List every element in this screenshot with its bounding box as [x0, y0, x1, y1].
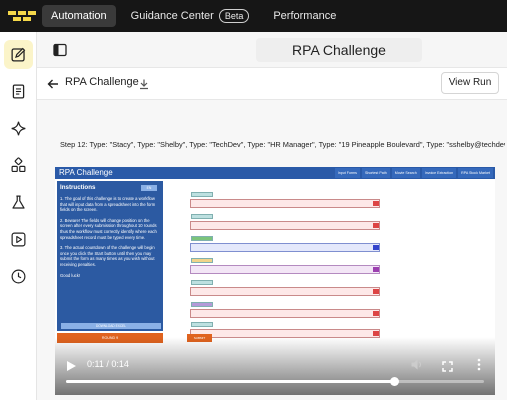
field-marker	[373, 245, 379, 250]
field-marker	[373, 201, 379, 206]
form-field-label	[191, 258, 213, 263]
form-field-label	[191, 214, 213, 219]
nav-tab-performance[interactable]: Performance	[264, 5, 345, 27]
nav-tab-label: Performance	[273, 10, 337, 22]
video-progress-bar[interactable]	[66, 377, 484, 386]
download-excel-button: DOWNLOAD EXCEL	[61, 323, 161, 329]
video-app-tab: Movie Search	[391, 168, 420, 178]
form-field-label	[191, 302, 213, 307]
run-content: Step 12: Type: "Stacy", Type: "Shelby", …	[37, 100, 507, 400]
nav-tab-label: Automation	[51, 10, 107, 22]
form-field-label	[191, 236, 213, 241]
field-marker	[373, 223, 379, 228]
header-bar: RPA Challenge	[37, 32, 507, 68]
left-sidebar	[0, 32, 37, 400]
sidebar-item-lab[interactable]	[4, 188, 33, 217]
instruction-paragraph: 1. The goal of this challenge is to crea…	[60, 196, 156, 213]
step-description: Step 12: Type: "Stacy", Type: "Shelby", …	[60, 140, 505, 149]
document-icon	[12, 84, 25, 99]
form-field	[190, 192, 380, 208]
video-time: 0:11 / 0:14	[87, 359, 129, 369]
sidebar-item-documents[interactable]	[4, 77, 33, 106]
play-icon[interactable]	[65, 359, 77, 371]
sidebar-item-recordings[interactable]	[4, 225, 33, 254]
top-navigation-bar: Automation Guidance Center Beta Performa…	[0, 0, 507, 32]
form-field-label	[191, 322, 213, 327]
video-app-tab: Invoice Extraction	[421, 168, 457, 178]
sidebar-item-editor[interactable]	[4, 40, 33, 69]
download-icon[interactable]	[138, 77, 150, 90]
run-header: RPA Challenge View Run	[37, 68, 507, 100]
instructions-badge: EN	[141, 185, 157, 191]
form-field-label	[191, 280, 213, 285]
instruction-paragraph: 3. The actual countdown of the challenge…	[60, 245, 155, 267]
video-app-tabs: Input Forms Shortest Path Movie Search I…	[334, 168, 493, 178]
volume-icon[interactable]	[410, 358, 423, 371]
field-marker	[373, 289, 379, 294]
view-run-button[interactable]: View Run	[441, 72, 499, 94]
back-arrow-icon[interactable]	[46, 77, 60, 91]
more-options-icon[interactable]	[476, 358, 482, 371]
instruction-paragraph: 2. Beware! The fields will change positi…	[60, 217, 157, 240]
video-player[interactable]: RPA Challenge Input Forms Shortest Path …	[55, 167, 495, 395]
form-field	[190, 236, 380, 252]
nav-tab-guidance-center[interactable]: Guidance Center Beta	[122, 4, 259, 28]
field-marker	[373, 311, 379, 316]
nav-tab-automation[interactable]: Automation	[42, 5, 116, 27]
video-app-title: RPA Challenge	[59, 168, 113, 177]
field-marker	[373, 331, 379, 336]
form-field	[190, 280, 380, 296]
field-marker	[373, 267, 379, 272]
video-app-header: RPA Challenge Input Forms Shortest Path …	[55, 167, 495, 179]
run-title: RPA Challenge	[65, 76, 139, 88]
panel-toggle-icon[interactable]	[53, 43, 67, 57]
sidebar-item-history[interactable]	[4, 262, 33, 291]
sidebar-item-ai[interactable]	[4, 114, 33, 143]
components-icon	[11, 157, 26, 173]
beta-badge: Beta	[218, 9, 250, 23]
sidebar-item-components[interactable]	[4, 151, 33, 180]
clock-icon	[11, 269, 26, 284]
page-title[interactable]: RPA Challenge	[256, 38, 422, 62]
form-field	[190, 214, 380, 230]
video-app-tab: Shortest Path	[361, 168, 390, 178]
form-field	[190, 258, 380, 274]
instruction-paragraph: Good luck!	[60, 272, 81, 278]
video-play-icon	[11, 232, 26, 247]
sparkle-icon	[11, 121, 26, 136]
video-controls: 0:11 / 0:14	[55, 337, 495, 395]
flask-icon	[12, 195, 25, 209]
video-app-tab: RPA Stock Market	[458, 168, 493, 178]
video-progress-handle[interactable]	[390, 377, 400, 386]
instructions-panel: Instructions EN 1. The goal of this chal…	[57, 181, 163, 331]
form-field-label	[191, 192, 213, 197]
logo-icon[interactable]	[8, 9, 38, 23]
form-field	[190, 302, 380, 318]
nav-tab-label: Guidance Center	[130, 10, 214, 22]
fullscreen-icon[interactable]	[442, 359, 453, 372]
edit-icon	[11, 47, 26, 62]
video-progress-fill	[66, 380, 395, 383]
video-app-tab: Input Forms	[334, 168, 360, 178]
